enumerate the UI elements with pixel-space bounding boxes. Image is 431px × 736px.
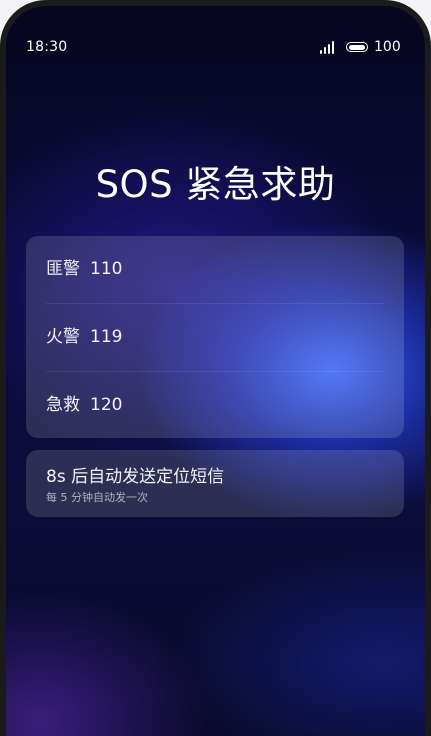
battery-fill xyxy=(348,44,365,50)
contact-name: 急救 xyxy=(46,395,80,415)
signal-icon xyxy=(320,40,338,54)
emergency-contact-list: 匪警 110 火警 119 急救 120 xyxy=(26,236,404,438)
screen: 18:30 100 SOS 紧急求助 匪警 110 火警 119 急救 120 … xyxy=(6,6,425,736)
sms-countdown-label: 8s 后自动发送定位短信 xyxy=(46,467,225,487)
contact-name: 匪警 xyxy=(46,259,80,279)
contact-row-police[interactable]: 匪警 110 xyxy=(46,236,384,303)
auto-sms-card[interactable]: 8s 后自动发送定位短信 每 5 分钟自动发一次 xyxy=(26,450,404,517)
sms-interval-note: 每 5 分钟自动发一次 xyxy=(46,491,148,504)
contact-row-fire[interactable]: 火警 119 xyxy=(46,304,384,371)
page-title: SOS 紧急求助 xyxy=(95,163,336,206)
contact-number: 110 xyxy=(90,259,123,279)
contact-row-ambulance[interactable]: 急救 120 xyxy=(46,372,384,439)
contact-name: 火警 xyxy=(46,327,80,347)
phone-frame: 18:30 100 SOS 紧急求助 匪警 110 火警 119 急救 120 … xyxy=(0,0,431,736)
contact-number: 120 xyxy=(90,395,123,415)
battery-icon xyxy=(346,42,368,52)
contact-number: 119 xyxy=(90,327,123,347)
battery-percent: 100 xyxy=(374,39,401,55)
status-bar: 18:30 100 xyxy=(6,6,425,55)
status-time: 18:30 xyxy=(26,39,68,55)
